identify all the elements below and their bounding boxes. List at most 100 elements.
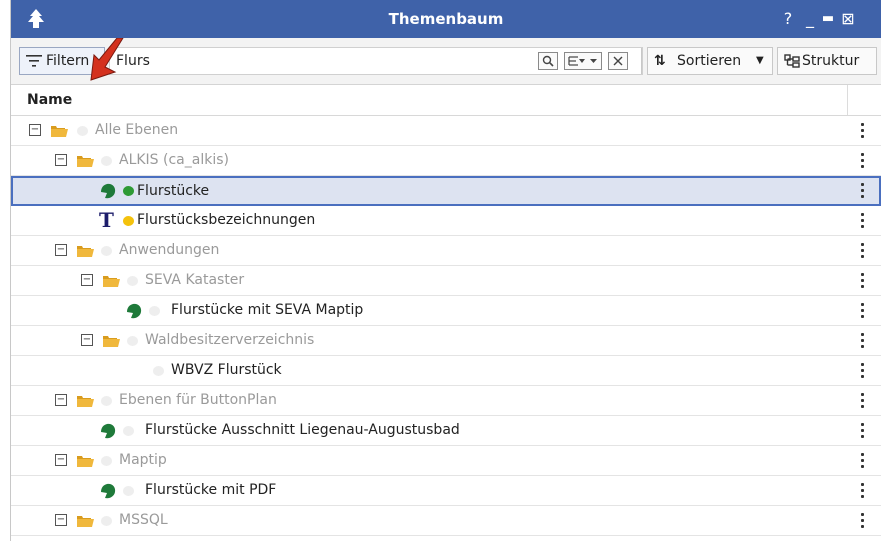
folder-icon [77,456,94,467]
status-dot [123,216,134,226]
more-icon[interactable] [861,423,864,438]
more-icon[interactable] [861,483,864,498]
tree-row[interactable]: − ALKIS (ca_alkis) [11,146,881,176]
tree-row-label: Waldbesitzerverzeichnis [145,332,315,348]
tree-row-label: Anwendungen [119,242,220,258]
filter-button[interactable]: Filtern [19,47,105,75]
folder-icon [77,396,94,407]
tree-row-label: Maptip [119,452,167,468]
tree-row-selected[interactable]: Flurstücke [11,176,881,206]
tree-list: − Alle Ebenen − ALKIS (ca_alkis) Flurstü… [11,116,881,536]
tree-row-label: ALKIS (ca_alkis) [119,152,229,168]
tree-row[interactable]: − MSSQL [11,506,881,536]
help-button[interactable]: ? [779,0,797,38]
tree-row-label: Alle Ebenen [95,122,179,138]
collapse-icon[interactable]: − [55,514,67,526]
header-divider [847,85,848,115]
tree-filter-icon[interactable] [564,52,602,70]
more-icon[interactable] [861,453,864,468]
collapse-icon[interactable]: − [55,244,67,256]
tree-row[interactable]: − Ebenen für ButtonPlan [11,386,881,416]
status-dot [123,486,134,496]
more-icon[interactable] [861,213,864,228]
magnifier-icon[interactable] [538,52,558,70]
tree-row[interactable]: WBVZ Flurstück [11,356,881,386]
window-title: Themenbaum [388,10,504,28]
folder-icon [103,336,120,347]
status-dot [77,126,88,136]
more-icon[interactable] [861,123,864,138]
more-icon[interactable] [861,363,864,378]
clear-icon[interactable] [608,52,628,70]
tree-row-label: Flurstücke mit SEVA Maptip [171,302,364,318]
folder-icon [51,126,68,137]
status-dot [127,276,138,286]
more-icon[interactable] [861,243,864,258]
tree-row-label: WBVZ Flurstück [171,362,282,378]
close-button[interactable]: ⊠ [839,0,857,38]
collapse-icon[interactable]: − [29,124,41,136]
status-dot [101,456,112,466]
themenbaum-window: Themenbaum ? _ ▬ ⊠ Filtern Flurs ⇅ Sorti… [10,0,881,541]
filter-icon [26,55,42,67]
layer-icon [101,183,116,199]
structure-button[interactable]: Struktur [777,47,877,75]
tree-row[interactable]: − Alle Ebenen [11,116,881,146]
more-icon[interactable] [861,153,864,168]
structure-icon [784,54,800,68]
tree-row-label: Flurstücke mit PDF [145,482,277,498]
tree-row-label: Flurstücke Ausschnitt Liegenau-Augustusb… [145,422,460,438]
folder-icon [103,276,120,287]
maximize-button[interactable]: ▬ [819,0,837,38]
more-icon[interactable] [861,183,864,198]
tree-row[interactable]: Flurstücke mit PDF [11,476,881,506]
more-icon[interactable] [861,303,864,318]
tree-row-label: Ebenen für ButtonPlan [119,392,277,408]
title-bar: Themenbaum ? _ ▬ ⊠ [11,0,881,38]
sort-button[interactable]: ⇅ Sortieren ▼ [647,47,773,75]
text-layer-icon: T [99,208,114,232]
structure-button-label: Struktur [802,53,860,69]
layer-icon [127,303,142,319]
search-input[interactable] [116,51,516,71]
filter-button-label: Filtern [46,53,90,69]
more-icon[interactable] [861,333,864,348]
tree-row[interactable]: − Anwendungen [11,236,881,266]
tree-row-label: Flurstücke [137,183,210,199]
tree-row[interactable]: − Maptip [11,446,881,476]
collapse-icon[interactable]: − [55,394,67,406]
status-dot [123,426,134,436]
search-box [109,47,643,75]
status-dot [101,246,112,256]
status-dot [101,516,112,526]
toolbar: Filtern Flurs ⇅ Sortieren ▼ Struktur [11,38,881,85]
tree-row[interactable]: T Flurstücksbezeichnungen [11,206,881,236]
layer-icon [101,483,116,499]
layer-icon [101,423,116,439]
tree-row[interactable]: − Waldbesitzerverzeichnis [11,326,881,356]
more-icon[interactable] [861,513,864,528]
tree-row[interactable]: Flurstücke Ausschnitt Liegenau-Augustusb… [11,416,881,446]
folder-icon [77,156,94,167]
column-header: Name [11,85,881,116]
collapse-icon[interactable]: − [81,334,93,346]
folder-icon [77,246,94,257]
more-icon[interactable] [861,273,864,288]
chevron-down-icon: ▼ [756,55,764,66]
column-name-header[interactable]: Name [27,85,72,115]
sort-icon: ⇅ [654,53,666,69]
folder-icon [77,516,94,527]
minimize-button[interactable]: _ [801,0,819,38]
toolbar-separator [641,48,642,74]
status-dot [127,336,138,346]
more-icon[interactable] [861,393,864,408]
collapse-icon[interactable]: − [81,274,93,286]
tree-row-label: SEVA Kataster [145,272,245,288]
collapse-icon[interactable]: − [55,154,67,166]
tree-row[interactable]: − SEVA Kataster [11,266,881,296]
tree-row-label: MSSQL [119,512,168,528]
status-dot [149,306,160,316]
collapse-icon[interactable]: − [55,454,67,466]
tree-row[interactable]: Flurstücke mit SEVA Maptip [11,296,881,326]
status-dot [101,396,112,406]
